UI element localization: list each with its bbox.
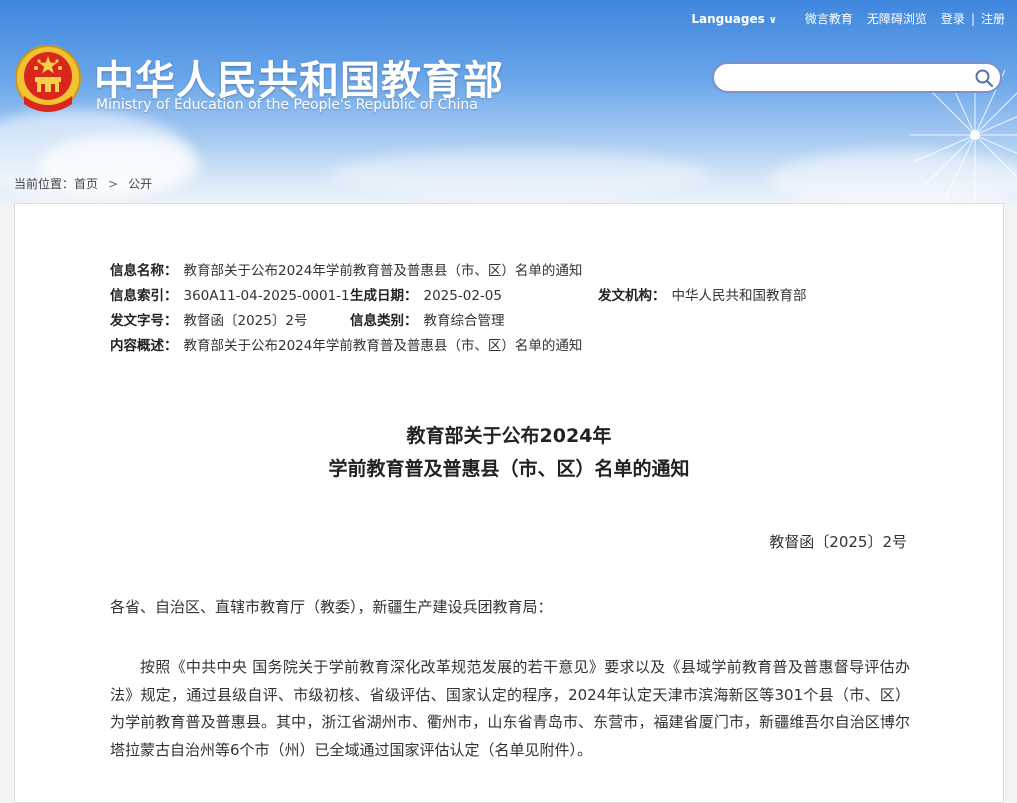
meta-category: 信息类别： 教育综合管理 (350, 309, 505, 329)
national-emblem-logo[interactable] (14, 44, 82, 116)
index-value: 360A11-04-2025-0001-1 (183, 288, 350, 304)
search-icon[interactable] (974, 68, 994, 88)
search-input[interactable] (726, 68, 970, 90)
article-paragraph: 按照《中共中央 国务院关于学前教育深化改革规范发展的若干意见》要求以及《县域学前… (110, 658, 910, 759)
meta-org: 发文机构： 中华人民共和国教育部 (598, 284, 807, 304)
category-label: 信息类别： (350, 313, 418, 329)
meta-row-index: 信息索引： 360A11-04-2025-0001-1 (110, 284, 350, 304)
nav-separator: | (970, 11, 975, 26)
article-doc-number: 教督函〔2025〕2号 (769, 533, 907, 551)
chevron-down-icon: ∨ (768, 14, 777, 26)
doc-no-value: 教督函〔2025〕2号 (183, 313, 308, 329)
breadcrumb-home-link[interactable]: 首页 (74, 177, 98, 191)
meta-row-info-name: 信息名称： 教育部关于公布2024年学前教育普及普惠县（市、区）名单的通知 (110, 259, 582, 279)
doc-no-label: 发文字号： (110, 313, 178, 329)
accessibility-link[interactable]: 无障碍浏览 (867, 10, 927, 27)
article-title-line2: 学前教育普及普惠县（市、区）名单的通知 (328, 458, 690, 480)
info-name-label: 信息名称： (110, 263, 178, 279)
content-panel: 信息名称： 教育部关于公布2024年学前教育普及普惠县（市、区）名单的通知 信息索… (14, 203, 1004, 803)
meta-row-doc-no: 发文字号： 教督函〔2025〕2号 (110, 309, 307, 329)
breadcrumb-label: 当前位置： (14, 177, 75, 191)
breadcrumb-current-link[interactable]: 公开 (128, 177, 152, 191)
breadcrumb: 当前位置：首页 > 公开 (14, 175, 152, 192)
site-header: Languages ∨ 微言教育 无障碍浏览 登录 | 注册 中华人民共和国教育部… (0, 0, 1017, 205)
login-link[interactable]: 登录 (941, 10, 965, 27)
search-box (712, 62, 1002, 93)
article-title-line1: 教育部关于公布2024年 (406, 425, 612, 447)
index-label: 信息索引： (110, 288, 178, 304)
chevron-right-icon: > (108, 177, 119, 191)
org-label: 发文机构： (598, 288, 666, 304)
site-title-en: Ministry of Education of the People's Re… (96, 97, 478, 113)
date-value: 2025-02-05 (423, 288, 502, 304)
article-salutation: 各省、自治区、直辖市教育厅（教委），新疆生产建设兵团教育局： (110, 598, 553, 616)
meta-row-summary: 内容概述： 教育部关于公布2024年学前教育普及普惠县（市、区）名单的通知 (110, 334, 582, 354)
summary-label: 内容概述： (110, 338, 178, 354)
info-name-value: 教育部关于公布2024年学前教育普及普惠县（市、区）名单的通知 (183, 263, 583, 279)
languages-menu[interactable]: Languages ∨ (691, 12, 777, 26)
top-navigation: Languages ∨ 微言教育 无障碍浏览 登录 | 注册 (691, 10, 1005, 27)
org-value: 中华人民共和国教育部 (671, 288, 807, 304)
languages-label: Languages (691, 11, 765, 26)
cloud-decoration (330, 150, 710, 200)
date-label: 生成日期： (350, 288, 418, 304)
category-value: 教育综合管理 (423, 313, 505, 329)
register-link[interactable]: 注册 (981, 10, 1005, 27)
summary-value: 教育部关于公布2024年学前教育普及普惠县（市、区）名单的通知 (183, 338, 583, 354)
meta-date: 生成日期： 2025-02-05 (350, 284, 502, 304)
weibo-link[interactable]: 微言教育 (805, 10, 853, 27)
